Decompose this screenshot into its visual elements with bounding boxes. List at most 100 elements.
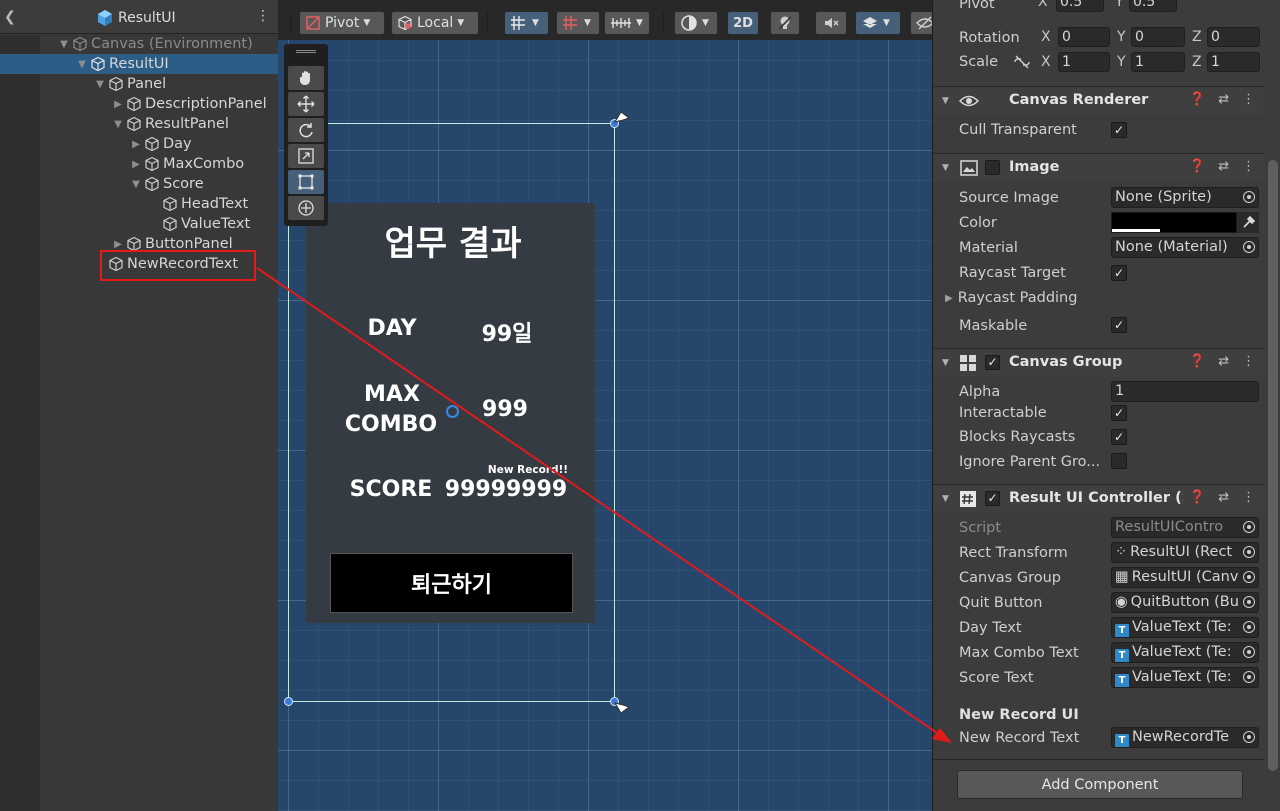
color-swatch-field[interactable] (1111, 212, 1237, 233)
hand-tool-button[interactable] (288, 66, 324, 90)
scale-tool-button[interactable] (288, 144, 324, 168)
source-image-field[interactable]: None (Sprite) (1111, 187, 1259, 208)
object-picker-icon[interactable] (1243, 241, 1255, 253)
help-icon[interactable]: ❓ (1189, 354, 1205, 369)
result-ui-controller-header[interactable]: ▼ ✓ Result UI Controller (Sci ❓ ⇄ ⋮ (933, 484, 1265, 512)
score-text-field[interactable]: T ValueText (Te: (1111, 667, 1259, 688)
foldout-arrow-icon[interactable]: ▼ (942, 358, 949, 368)
hierarchy-item-resultui[interactable]: ▼ ResultUI (76, 54, 169, 74)
foldout-arrow-icon[interactable]: ▼ (130, 179, 142, 190)
back-arrow-icon[interactable]: ❮ (4, 8, 18, 26)
rotation-x-field[interactable]: 0 (1058, 27, 1110, 47)
quit-button-field[interactable]: ◉ QuitButton (Bu (1111, 592, 1259, 613)
object-picker-icon[interactable] (1243, 621, 1255, 633)
image-component-header[interactable]: ▼ Image ❓ ⇄ ⋮ (933, 153, 1265, 181)
canvas-group-ref-field[interactable]: ▦ ResultUI (Canv (1111, 567, 1259, 588)
foldout-arrow-icon[interactable]: ▼ (94, 79, 106, 90)
preset-sliders-icon[interactable]: ⇄ (1218, 490, 1229, 505)
move-tool-button[interactable] (288, 92, 324, 116)
new-record-text-field[interactable]: T NewRecordTe (1111, 727, 1259, 748)
inspector-scrollbar[interactable] (1268, 160, 1278, 771)
foldout-arrow-icon[interactable]: ▼ (76, 59, 88, 70)
help-icon[interactable]: ❓ (1189, 490, 1205, 505)
hierarchy-item-day[interactable]: ▶ Day (130, 134, 192, 154)
help-icon[interactable]: ❓ (1189, 92, 1205, 107)
raycast-target-checkbox[interactable]: ✓ (1111, 265, 1127, 281)
link-broken-icon[interactable] (1013, 55, 1031, 69)
object-picker-icon[interactable] (1243, 571, 1255, 583)
hierarchy-item-maxcombo[interactable]: ▶ MaxCombo (130, 154, 244, 174)
image-enabled-checkbox[interactable] (985, 160, 1000, 175)
foldout-arrow-icon[interactable]: ▶ (130, 159, 142, 170)
rotation-y-field[interactable]: 0 (1131, 27, 1185, 47)
hierarchy-item-score[interactable]: ▼ Score (130, 174, 203, 194)
hierarchy-item-resultpanel[interactable]: ▼ ResultPanel (112, 114, 229, 134)
scale-z-field[interactable]: 1 (1207, 52, 1260, 72)
canvas-group-header[interactable]: ▼ ✓ Canvas Group ❓ ⇄ ⋮ (933, 348, 1265, 376)
hierarchy-item-descriptionpanel[interactable]: ▶ DescriptionPanel (112, 94, 267, 114)
cull-transparent-checkbox[interactable]: ✓ (1111, 122, 1127, 138)
foldout-arrow-icon[interactable]: ▶ (130, 139, 142, 150)
preset-sliders-icon[interactable]: ⇄ (1218, 92, 1229, 107)
rect-transform-field[interactable]: ⁘ ResultUI (Rect (1111, 542, 1259, 563)
kebab-menu-icon[interactable]: ⋮ (256, 8, 270, 24)
controller-enabled-checkbox[interactable]: ✓ (985, 491, 1000, 506)
rect-handle-bottom-left[interactable] (284, 697, 293, 706)
max-combo-text-label: Max Combo Text (959, 645, 1079, 661)
hierarchy-item-valuetext[interactable]: ValueText (148, 214, 250, 234)
rotation-z-field[interactable]: 0 (1207, 27, 1260, 47)
preset-sliders-icon[interactable]: ⇄ (1218, 159, 1229, 174)
transform-tool-button[interactable] (288, 196, 324, 220)
pivot-y-field[interactable]: 0.5 (1129, 0, 1177, 12)
foldout-arrow-icon[interactable]: ▶ (112, 99, 124, 110)
interactable-checkbox[interactable]: ✓ (1111, 405, 1127, 421)
foldout-arrow-icon[interactable]: ▼ (942, 96, 949, 106)
help-icon[interactable]: ❓ (1189, 159, 1205, 174)
palette-grip-icon[interactable] (296, 50, 316, 53)
kebab-menu-icon[interactable]: ⋮ (1242, 159, 1255, 174)
quit-button-label: 퇴근하기 (411, 573, 492, 598)
canvas-group-enabled-checkbox[interactable]: ✓ (985, 355, 1000, 370)
maskable-checkbox[interactable]: ✓ (1111, 317, 1127, 333)
anchor-icon[interactable] (613, 108, 631, 126)
object-picker-icon[interactable] (1243, 646, 1255, 658)
max-combo-text-field[interactable]: T ValueText (Te: (1111, 642, 1259, 663)
object-picker-icon[interactable] (1243, 731, 1255, 743)
gameobject-cube-icon (145, 176, 159, 192)
foldout-arrow-icon[interactable]: ▼ (942, 163, 949, 173)
raycast-padding-row[interactable]: ▶ Raycast Padding (945, 288, 1077, 308)
day-text-field[interactable]: T ValueText (Te: (1111, 617, 1259, 638)
add-component-button[interactable]: Add Component (957, 770, 1243, 799)
kebab-menu-icon[interactable]: ⋮ (1242, 490, 1255, 505)
foldout-arrow-icon[interactable]: ▼ (942, 494, 949, 504)
eyedropper-icon[interactable] (1237, 212, 1259, 233)
scale-y-field[interactable]: 1 (1131, 52, 1185, 72)
kebab-menu-icon[interactable]: ⋮ (1242, 354, 1255, 369)
scale-x-field[interactable]: 1 (1058, 52, 1110, 72)
foldout-arrow-icon[interactable]: ▼ (112, 119, 124, 130)
ignore-parent-checkbox[interactable] (1111, 453, 1127, 469)
rect-tool-button[interactable] (288, 170, 324, 194)
preset-sliders-icon[interactable]: ⇄ (1218, 354, 1229, 369)
canvas-renderer-header[interactable]: ▼ Canvas Renderer ❓ ⇄ ⋮ (933, 86, 1265, 114)
foldout-arrow-icon[interactable]: ▼ (58, 39, 70, 50)
hierarchy-item-canvas-environment[interactable]: ▼ Canvas (Environment) (58, 34, 253, 54)
blocks-raycasts-checkbox[interactable]: ✓ (1111, 429, 1127, 445)
foldout-arrow-icon[interactable]: ▶ (945, 293, 953, 304)
pivot-handle[interactable] (446, 405, 459, 418)
alpha-field[interactable]: 1 (1111, 381, 1259, 402)
object-picker-icon[interactable] (1243, 546, 1255, 558)
hierarchy-item-panel[interactable]: ▼ Panel (94, 74, 166, 94)
object-picker-icon[interactable] (1243, 671, 1255, 683)
scene-view[interactable]: Pivot ▼ Local ▼ ▼ ▼ ▼ ▼ 2D ▼ 업무 결과 DAY 9… (278, 0, 932, 811)
hierarchy-item-headtext[interactable]: HeadText (148, 194, 248, 214)
object-picker-icon[interactable] (1243, 596, 1255, 608)
anchor-icon[interactable] (613, 699, 631, 717)
new-record-ui-section-header: New Record UI (959, 705, 1079, 725)
material-field[interactable]: None (Material) (1111, 237, 1259, 258)
object-picker-icon[interactable] (1243, 191, 1255, 203)
pivot-x-field[interactable]: 0.5 (1056, 0, 1104, 12)
foldout-arrow-icon[interactable]: ▶ (112, 239, 124, 250)
rotate-tool-button[interactable] (288, 118, 324, 142)
kebab-menu-icon[interactable]: ⋮ (1242, 92, 1255, 107)
